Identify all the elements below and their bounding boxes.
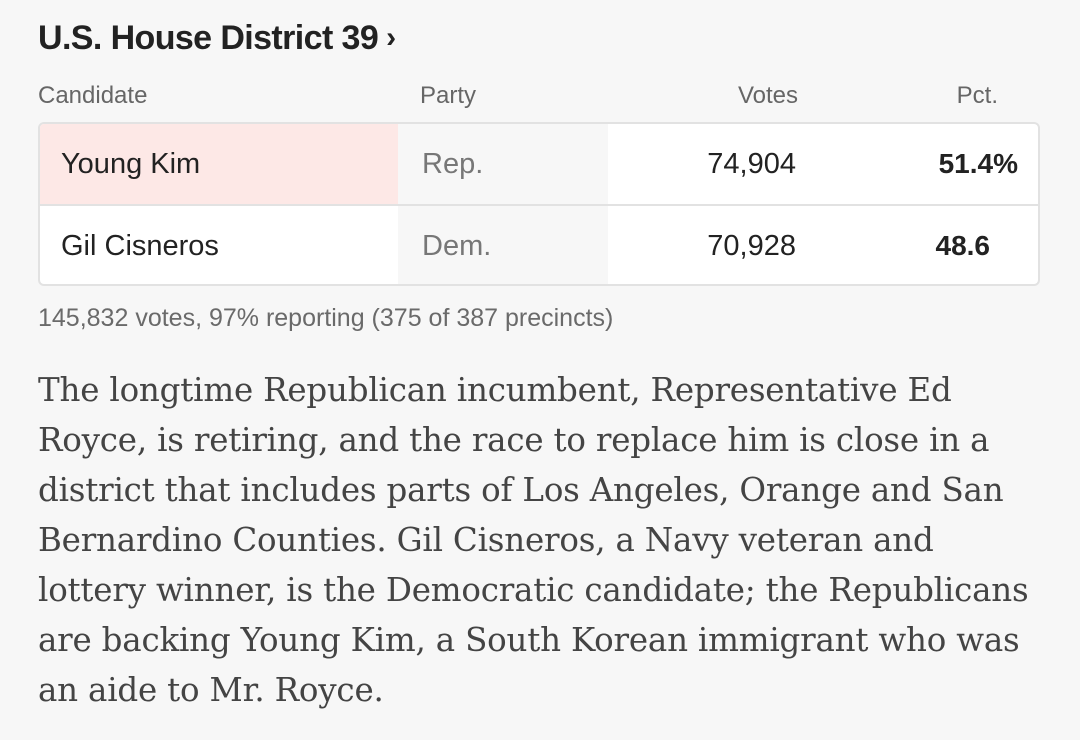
race-title-link[interactable]: U.S. House District 39 › [38, 14, 396, 62]
candidate-party: Dem. [398, 206, 608, 284]
candidate-votes: 74,904 [707, 147, 796, 180]
column-header-candidate: Candidate [38, 82, 148, 109]
reporting-status: 145,832 votes, 97% reporting (375 of 387… [38, 304, 614, 332]
column-header-party: Party [420, 82, 477, 109]
race-summary: The longtime Republican incumbent, Repre… [38, 371, 1029, 709]
candidate-pct: 48.6 [935, 230, 991, 261]
chevron-right-icon: › [386, 21, 396, 54]
race-title: U.S. House District 39 [38, 18, 379, 57]
candidate-votes: 70,928 [707, 229, 796, 262]
column-header-pct: Pct. [956, 82, 998, 109]
candidate-name: Gil Cisneros [61, 229, 219, 262]
candidate-pct: 51.4% [938, 148, 1018, 179]
candidate-party: Rep. [398, 124, 608, 204]
table-row-gil-cisneros: Gil Cisneros Dem. 70,928 48.6 [40, 206, 1038, 284]
results-table-header: Candidate Party Votes Pct. [38, 78, 1042, 114]
candidate-name: Young Kim [40, 124, 398, 204]
results-table: Young Kim Rep. 74,904 51.4% Gil Cisneros… [38, 122, 1040, 286]
table-row-young-kim: Young Kim Rep. 74,904 51.4% [40, 124, 1038, 204]
column-header-votes: Votes [737, 82, 798, 109]
